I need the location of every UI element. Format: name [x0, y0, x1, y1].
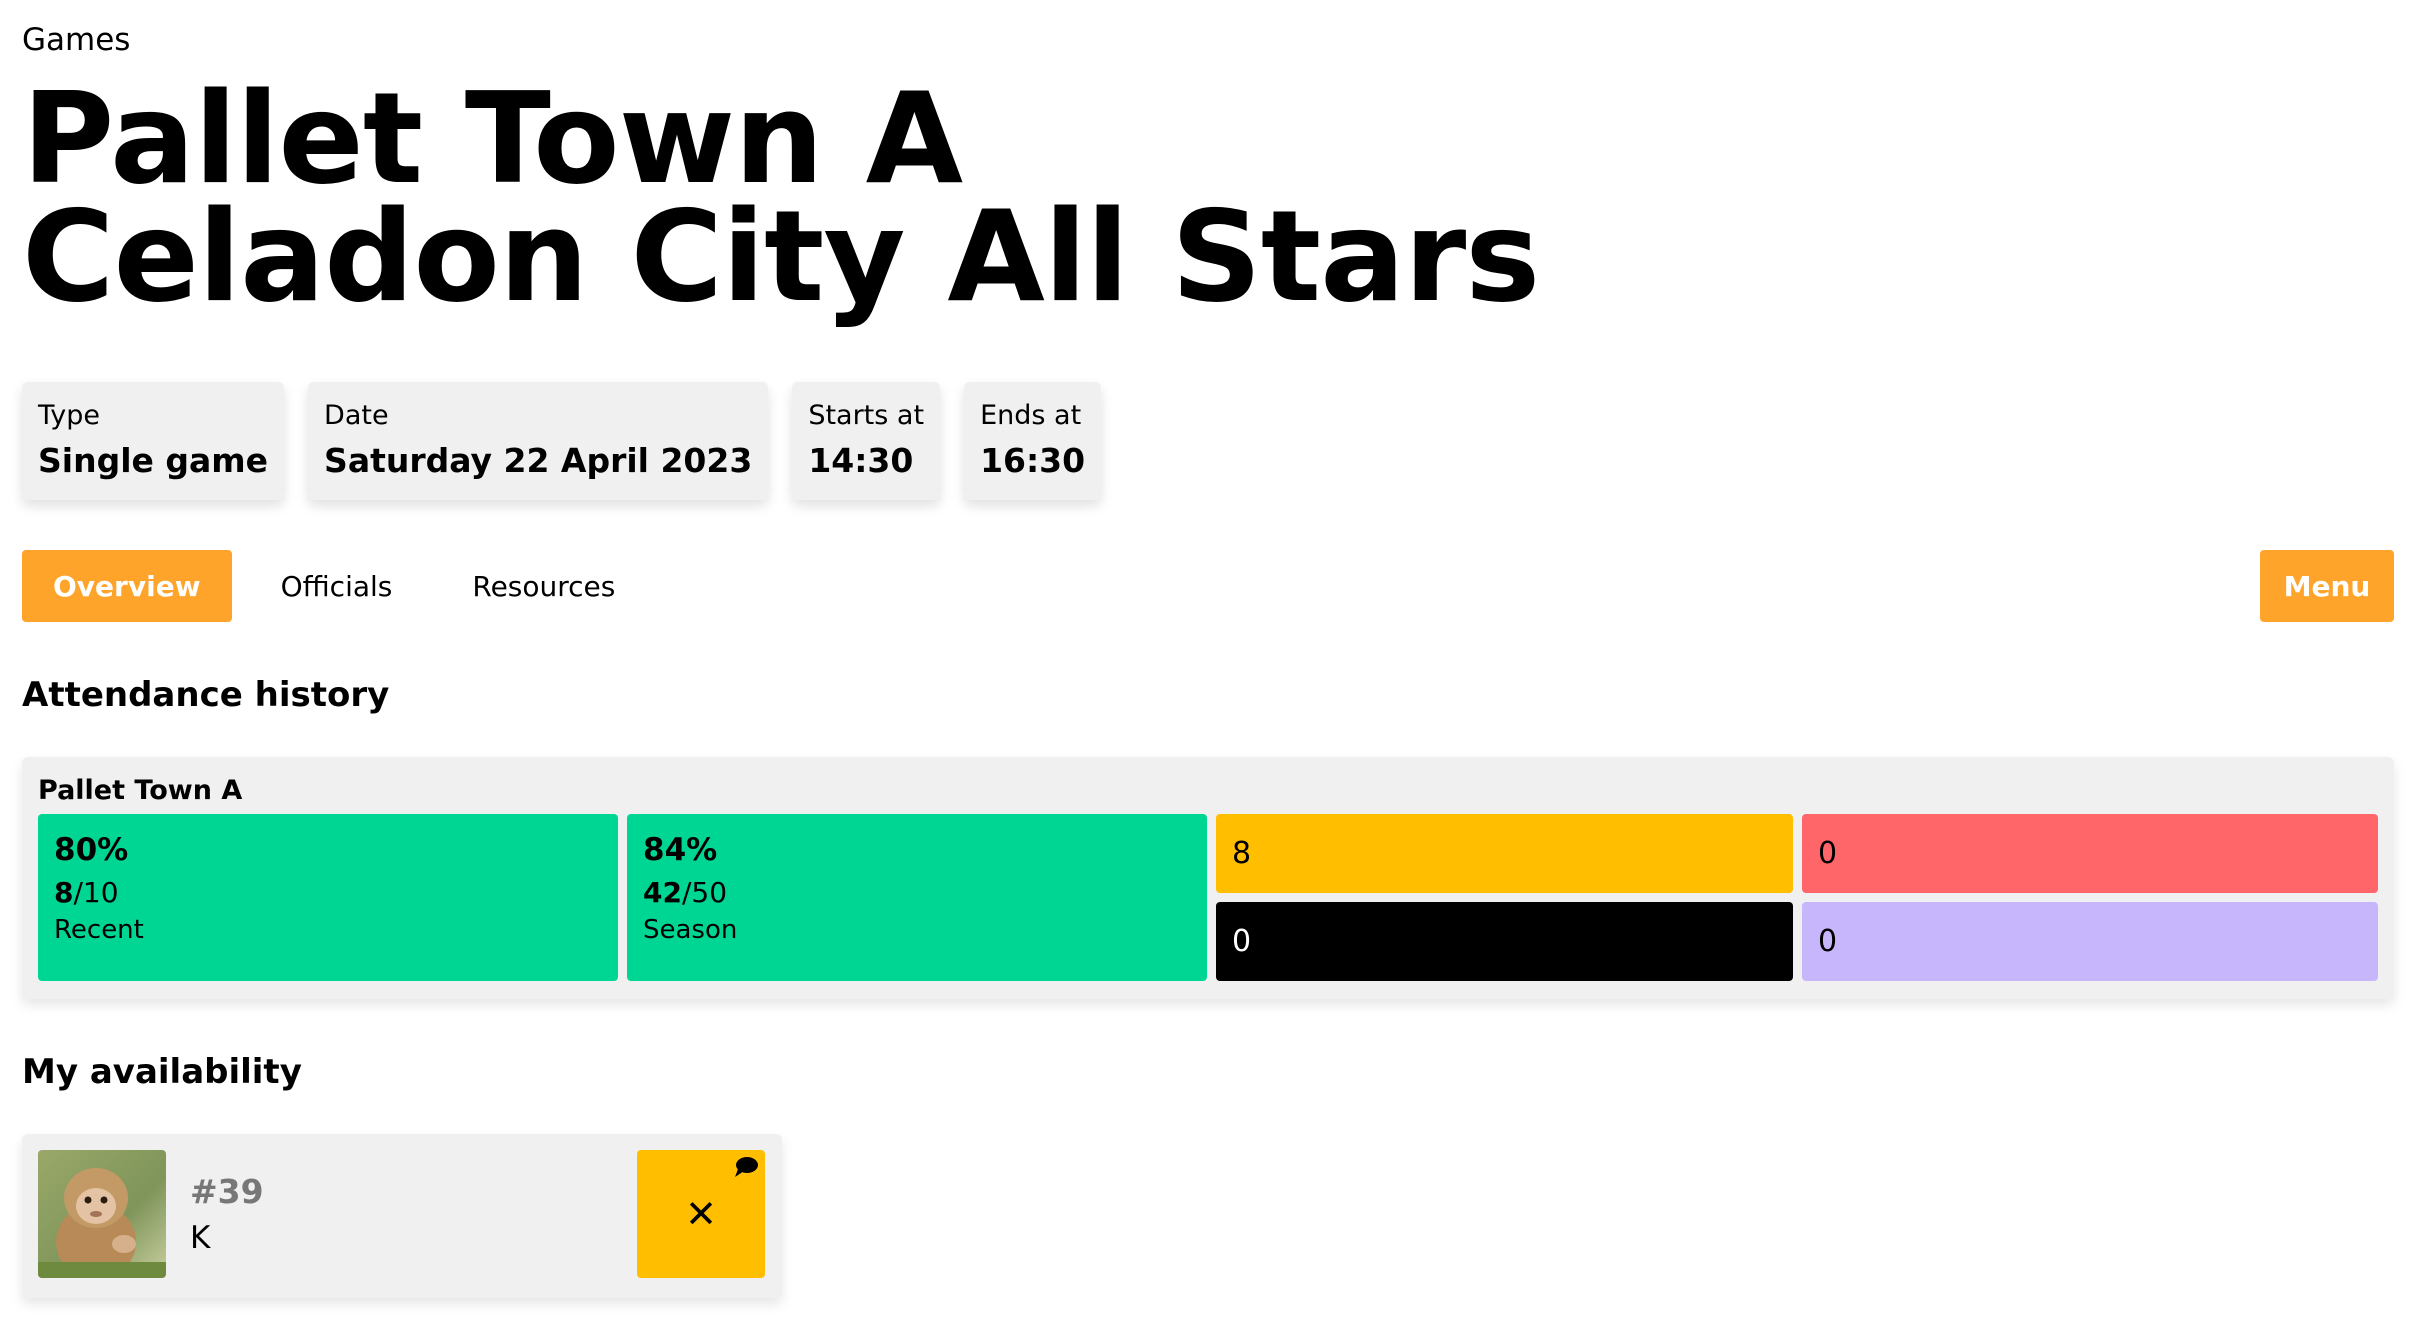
- info-label: Starts at: [808, 400, 925, 431]
- recent-fraction: 8/10: [54, 876, 602, 909]
- attendance-count-purple: 0: [1802, 902, 2378, 981]
- attendance-count-yellow: 8: [1216, 814, 1793, 893]
- avatar: [38, 1150, 166, 1278]
- availability-heading: My availability: [22, 1052, 302, 1092]
- recent-attended: 8: [54, 876, 74, 909]
- info-card-end: Ends at 16:30: [964, 382, 1102, 500]
- attendance-count-black: 0: [1216, 902, 1793, 981]
- season-caption: Season: [643, 915, 738, 945]
- attendance-recent: 80% 8/10 Recent: [38, 814, 618, 981]
- recent-total: /10: [73, 876, 119, 909]
- info-label: Type: [38, 400, 101, 431]
- info-value: Saturday 22 April 2023: [324, 441, 753, 480]
- season-total: /50: [681, 876, 728, 909]
- info-value: 16:30: [980, 441, 1086, 480]
- breadcrumb[interactable]: Games: [22, 22, 130, 58]
- home-team-title: Pallet Town A: [22, 65, 963, 212]
- season-percent: 84%: [643, 832, 718, 868]
- info-value: 14:30: [808, 441, 914, 480]
- info-label: Date: [324, 400, 389, 431]
- attendance-heading: Attendance history: [22, 675, 390, 715]
- comment-icon[interactable]: [733, 1156, 759, 1178]
- season-fraction: 42/50: [643, 876, 1191, 909]
- info-label: Ends at: [980, 400, 1082, 431]
- player-name: K: [190, 1220, 211, 1256]
- availability-status-button[interactable]: ✕: [637, 1150, 765, 1278]
- away-team-title: Celadon City All Stars: [22, 183, 1540, 330]
- attendance-count-red: 0: [1802, 814, 2378, 893]
- player-number: #39: [190, 1172, 264, 1211]
- info-card-date: Date Saturday 22 April 2023: [308, 382, 769, 500]
- availability-card: #39 K ✕: [22, 1134, 782, 1298]
- tab-bar: Overview Officials Resources: [22, 550, 664, 622]
- info-card-start: Starts at 14:30: [792, 382, 941, 500]
- attendance-team-name: Pallet Town A: [38, 775, 243, 806]
- info-card-type: Type Single game: [22, 382, 285, 500]
- attendance-panel: Pallet Town A 80% 8/10 Recent 84% 42/50 …: [22, 757, 2394, 999]
- info-value: Single game: [38, 441, 269, 480]
- tab-officials[interactable]: Officials: [250, 550, 424, 622]
- game-info-row: Type Single game Date Saturday 22 April …: [22, 382, 1102, 500]
- recent-caption: Recent: [54, 915, 144, 945]
- attendance-season: 84% 42/50 Season: [627, 814, 1207, 981]
- recent-percent: 80%: [54, 832, 129, 868]
- tab-overview[interactable]: Overview: [22, 550, 232, 622]
- page-title: Pallet Town A Celadon City All Stars: [22, 65, 1540, 330]
- monkey-photo: [38, 1150, 166, 1278]
- season-attended: 42: [643, 876, 682, 909]
- tab-resources[interactable]: Resources: [441, 550, 646, 622]
- menu-button[interactable]: Menu: [2260, 550, 2394, 622]
- close-icon: ✕: [685, 1192, 717, 1236]
